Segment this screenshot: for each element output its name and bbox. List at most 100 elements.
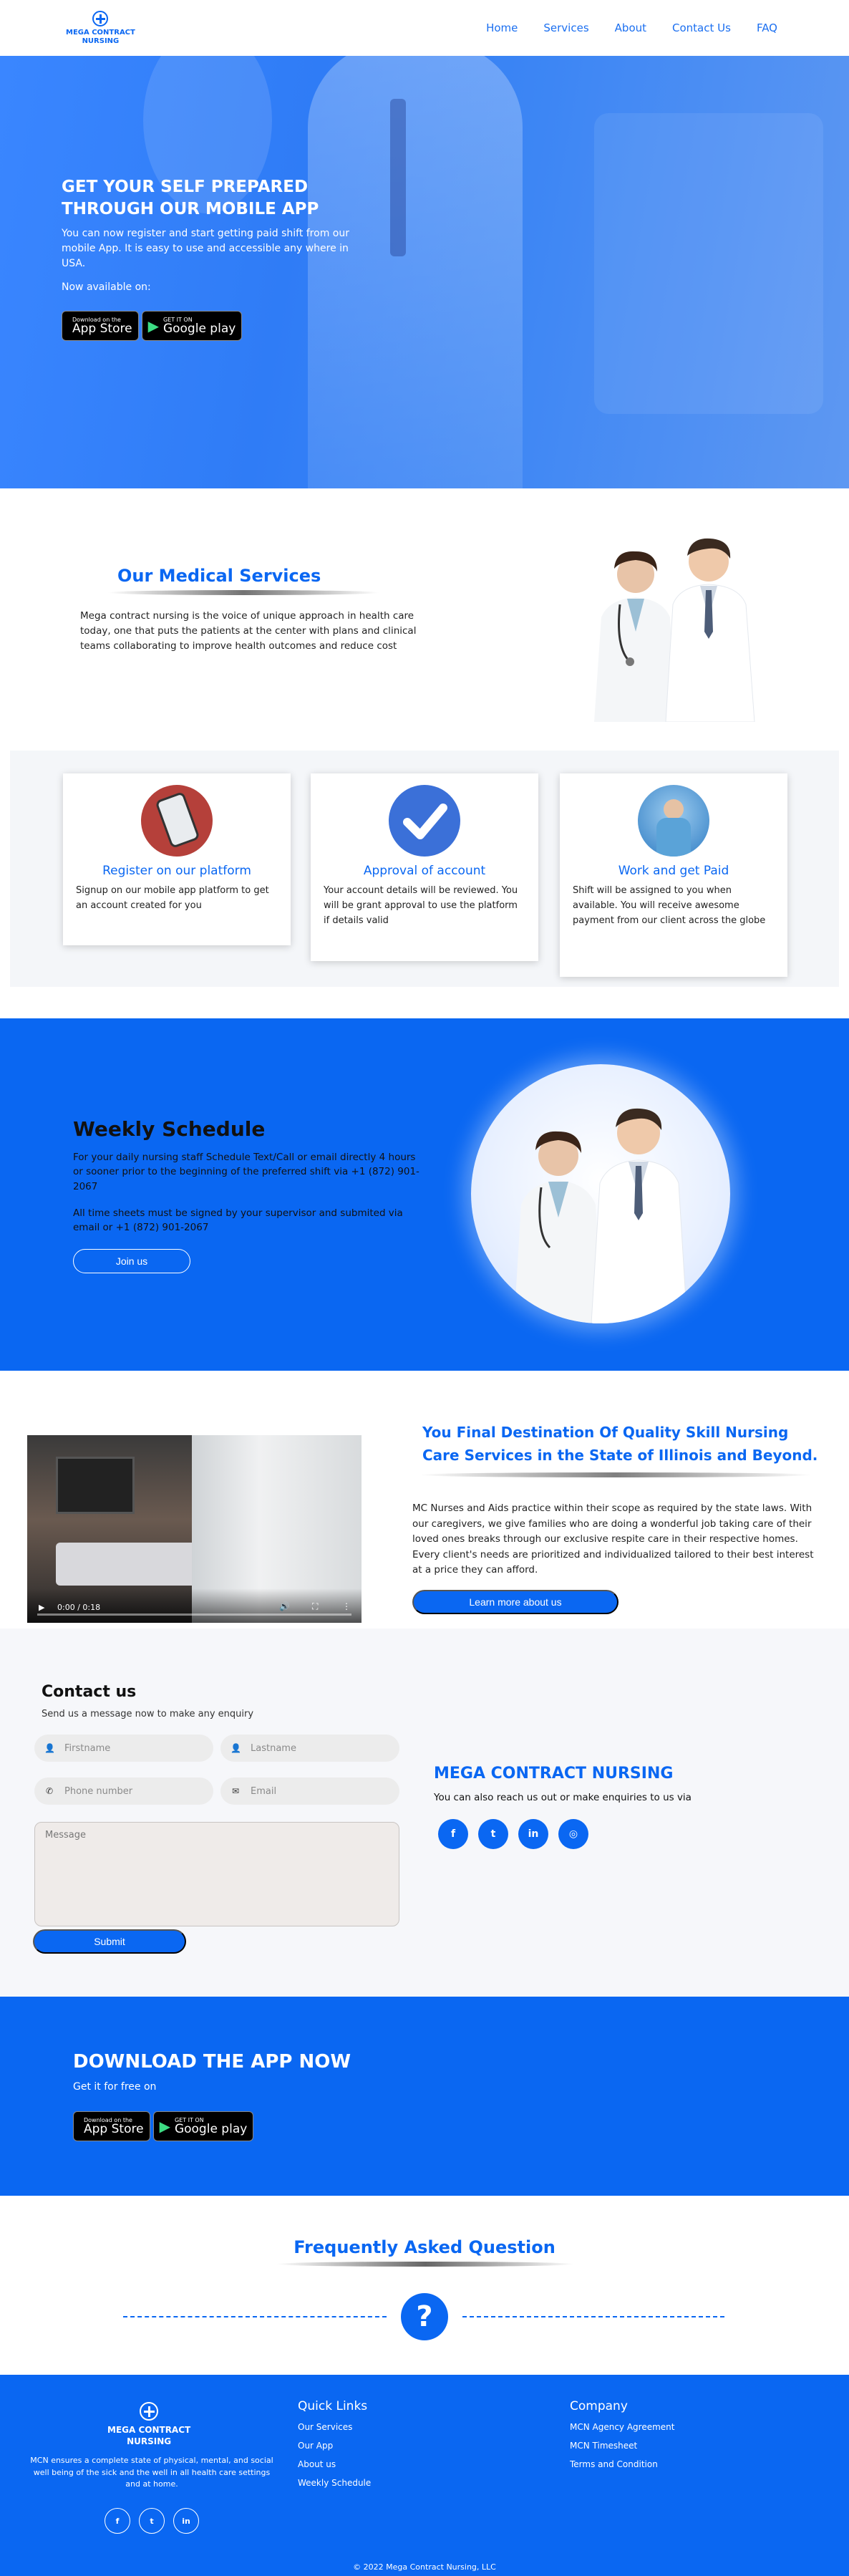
nav-about[interactable]: About [615,21,646,34]
footer-brand-line2: NURSING [127,2436,172,2446]
step-card-approval: Approval of account Your account details… [311,773,538,961]
linkedin-icon[interactable]: in [518,1819,548,1849]
footer-brand-line1: MEGA CONTRACT [107,2425,191,2435]
copyright: © 2022 Mega Contract Nursing, LLC [353,2562,496,2572]
contact-section: Contact us Send us a message now to make… [0,1629,849,1997]
video-player[interactable]: ▶ 0:00 / 0:18 🔊 ⛶ ⋮ [27,1435,362,1623]
download-section: DOWNLOAD THE APP NOW Get it for free on … [0,1997,849,2196]
footer-logo[interactable]: MEGA CONTRACT NURSING [107,2402,190,2447]
step-title: Approval of account [363,864,486,878]
email-field[interactable]: ✉ Email [220,1777,399,1805]
envelope-icon: ✉ [231,1786,240,1796]
email-placeholder: Email [251,1785,277,1797]
faq-title: Frequently Asked Question [293,2237,556,2257]
brand-logo[interactable]: MEGA CONTRACT NURSING [66,11,135,45]
company-links: Company MCN Agency Agreement MCN Timeshe… [570,2399,675,2478]
download-store-badges: Download on the App Store ▶ GET IT ON Goog… [73,2111,254,2141]
nav-faq[interactable]: FAQ [757,21,777,34]
nurse-work-icon [638,785,709,857]
hero-title-line1: GET YOUR SELF PREPARED [62,178,309,196]
more-options-icon[interactable]: ⋮ [342,1601,351,1611]
phone-icon: ✆ [45,1786,54,1796]
footer-link-terms[interactable]: Terms and Condition [570,2459,675,2469]
hero-title-line2: THROUGH OUR MOBILE APP [62,200,319,219]
weekly-text-1: For your daily nursing staff Schedule Te… [73,1152,419,1192]
download-subtitle: Get it for free on [73,2081,157,2093]
contact-title: Contact us [42,1683,137,1701]
site-footer: MEGA CONTRACT NURSING MCN ensures a comp… [0,2375,849,2576]
nav-home[interactable]: Home [486,21,518,34]
nav-services[interactable]: Services [543,21,588,34]
faq-divider-left [123,2316,387,2317]
play-icon[interactable]: ▶ [39,1603,44,1612]
step-card-register: Register on our platform Signup on our m… [63,773,291,945]
medical-services: Our Medical Services Mega contract nursi… [0,488,849,753]
destination-title-line2: Care Services in the State of Illinois a… [422,1447,818,1464]
title-underline [107,590,379,595]
app-store-badge[interactable]: Download on the App Store [62,311,139,342]
doctors-illustration [514,1108,688,1323]
facebook-icon[interactable]: f [438,1819,468,1849]
nav-contact[interactable]: Contact Us [672,21,731,34]
footer-link-about[interactable]: About us [298,2459,371,2469]
footer-link-schedule[interactable]: Weekly Schedule [298,2478,371,2488]
play-icon: ▶ [159,2118,170,2135]
fullscreen-icon[interactable]: ⛶ [312,1601,318,1612]
hero-title: GET YOUR SELF PREPARED THROUGH OUR MOBIL… [62,176,355,221]
destination-title: You Final Destination Of Quality Skill N… [422,1421,823,1467]
footer-link-app[interactable]: Our App [298,2441,371,2451]
checkmark-icon [389,785,460,857]
hero-content: GET YOUR SELF PREPARED THROUGH OUR MOBIL… [62,176,355,342]
faq-section: Frequently Asked Question ? [0,2196,849,2375]
footer-link-services[interactable]: Our Services [298,2422,371,2432]
lastname-field[interactable]: 👤 Lastname [220,1735,399,1762]
footer-description: MCN ensures a complete state of physical… [30,2456,273,2489]
contact-brand: MEGA CONTRACT NURSING [434,1765,674,1783]
hero-store-badges: Download on the App Store ▶ GET IT ON Goog… [62,311,355,342]
volume-icon[interactable]: 🔊 [279,1601,290,1611]
contact-subtitle: Send us a message now to make any enquir… [42,1709,254,1719]
appstore-big: App Store [84,2122,144,2136]
footer-link-agreement[interactable]: MCN Agency Agreement [570,2422,675,2432]
twitter-icon[interactable]: t [478,1819,508,1849]
title-underline [276,2262,574,2267]
facebook-icon[interactable]: f [105,2508,130,2534]
contact-socials: f t in ◎ [438,1819,588,1849]
question-mark-icon[interactable]: ? [401,2293,448,2340]
doctors-illustration [594,538,755,722]
medical-text: Mega contract nursing is the voice of un… [80,610,417,652]
destination-text: MC Nurses and Aids practice within their… [412,1502,814,1576]
message-textarea[interactable]: Message [34,1822,399,1926]
google-play-badge[interactable]: ▶ GET IT ON Google play [152,2111,254,2141]
top-nav: MEGA CONTRACT NURSING Home Services Abou… [0,0,849,56]
company-title: Company [570,2399,628,2413]
learn-more-button[interactable]: Learn more about us [412,1590,618,1614]
join-us-button[interactable]: Join us [73,1249,190,1273]
linkedin-icon[interactable]: in [173,2508,199,2534]
hero-available: Now available on: [62,281,151,294]
hero-banner: GET YOUR SELF PREPARED THROUGH OUR MOBIL… [0,56,849,488]
page: MEGA CONTRACT NURSING Home Services Abou… [0,0,849,2576]
download-title: DOWNLOAD THE APP NOW [73,2051,351,2073]
instagram-icon[interactable]: ◎ [558,1819,588,1849]
phone-field[interactable]: ✆ Phone number [34,1777,213,1805]
hero-text: You can now register and start getting p… [62,228,349,270]
appstore-big: App Store [72,322,132,337]
firstname-field[interactable]: 👤 Firstname [34,1735,213,1762]
app-store-badge[interactable]: Download on the App Store [73,2111,150,2141]
weekly-text-2: All time sheets must be signed by your s… [73,1207,403,1234]
phone-hand-icon [141,785,213,857]
hero-backdrop-tie [390,99,406,256]
how-it-works: Register on our platform Signup on our m… [10,751,839,987]
weekly-schedule: Weekly Schedule For your daily nursing s… [0,1018,849,1371]
video-progress-bar[interactable] [37,1613,351,1616]
play-big: Google play [162,322,236,337]
submit-button[interactable]: Submit [33,1929,186,1954]
google-play-badge[interactable]: ▶ GET IT ON Google play [141,311,243,342]
step-card-paid: Work and get Paid Shift will be assigned… [560,773,787,977]
twitter-icon[interactable]: t [139,2508,165,2534]
footer-link-timesheet[interactable]: MCN Timesheet [570,2441,675,2451]
phone-placeholder: Phone number [64,1785,133,1797]
faq-divider-right [462,2316,724,2317]
firstname-placeholder: Firstname [64,1742,111,1754]
